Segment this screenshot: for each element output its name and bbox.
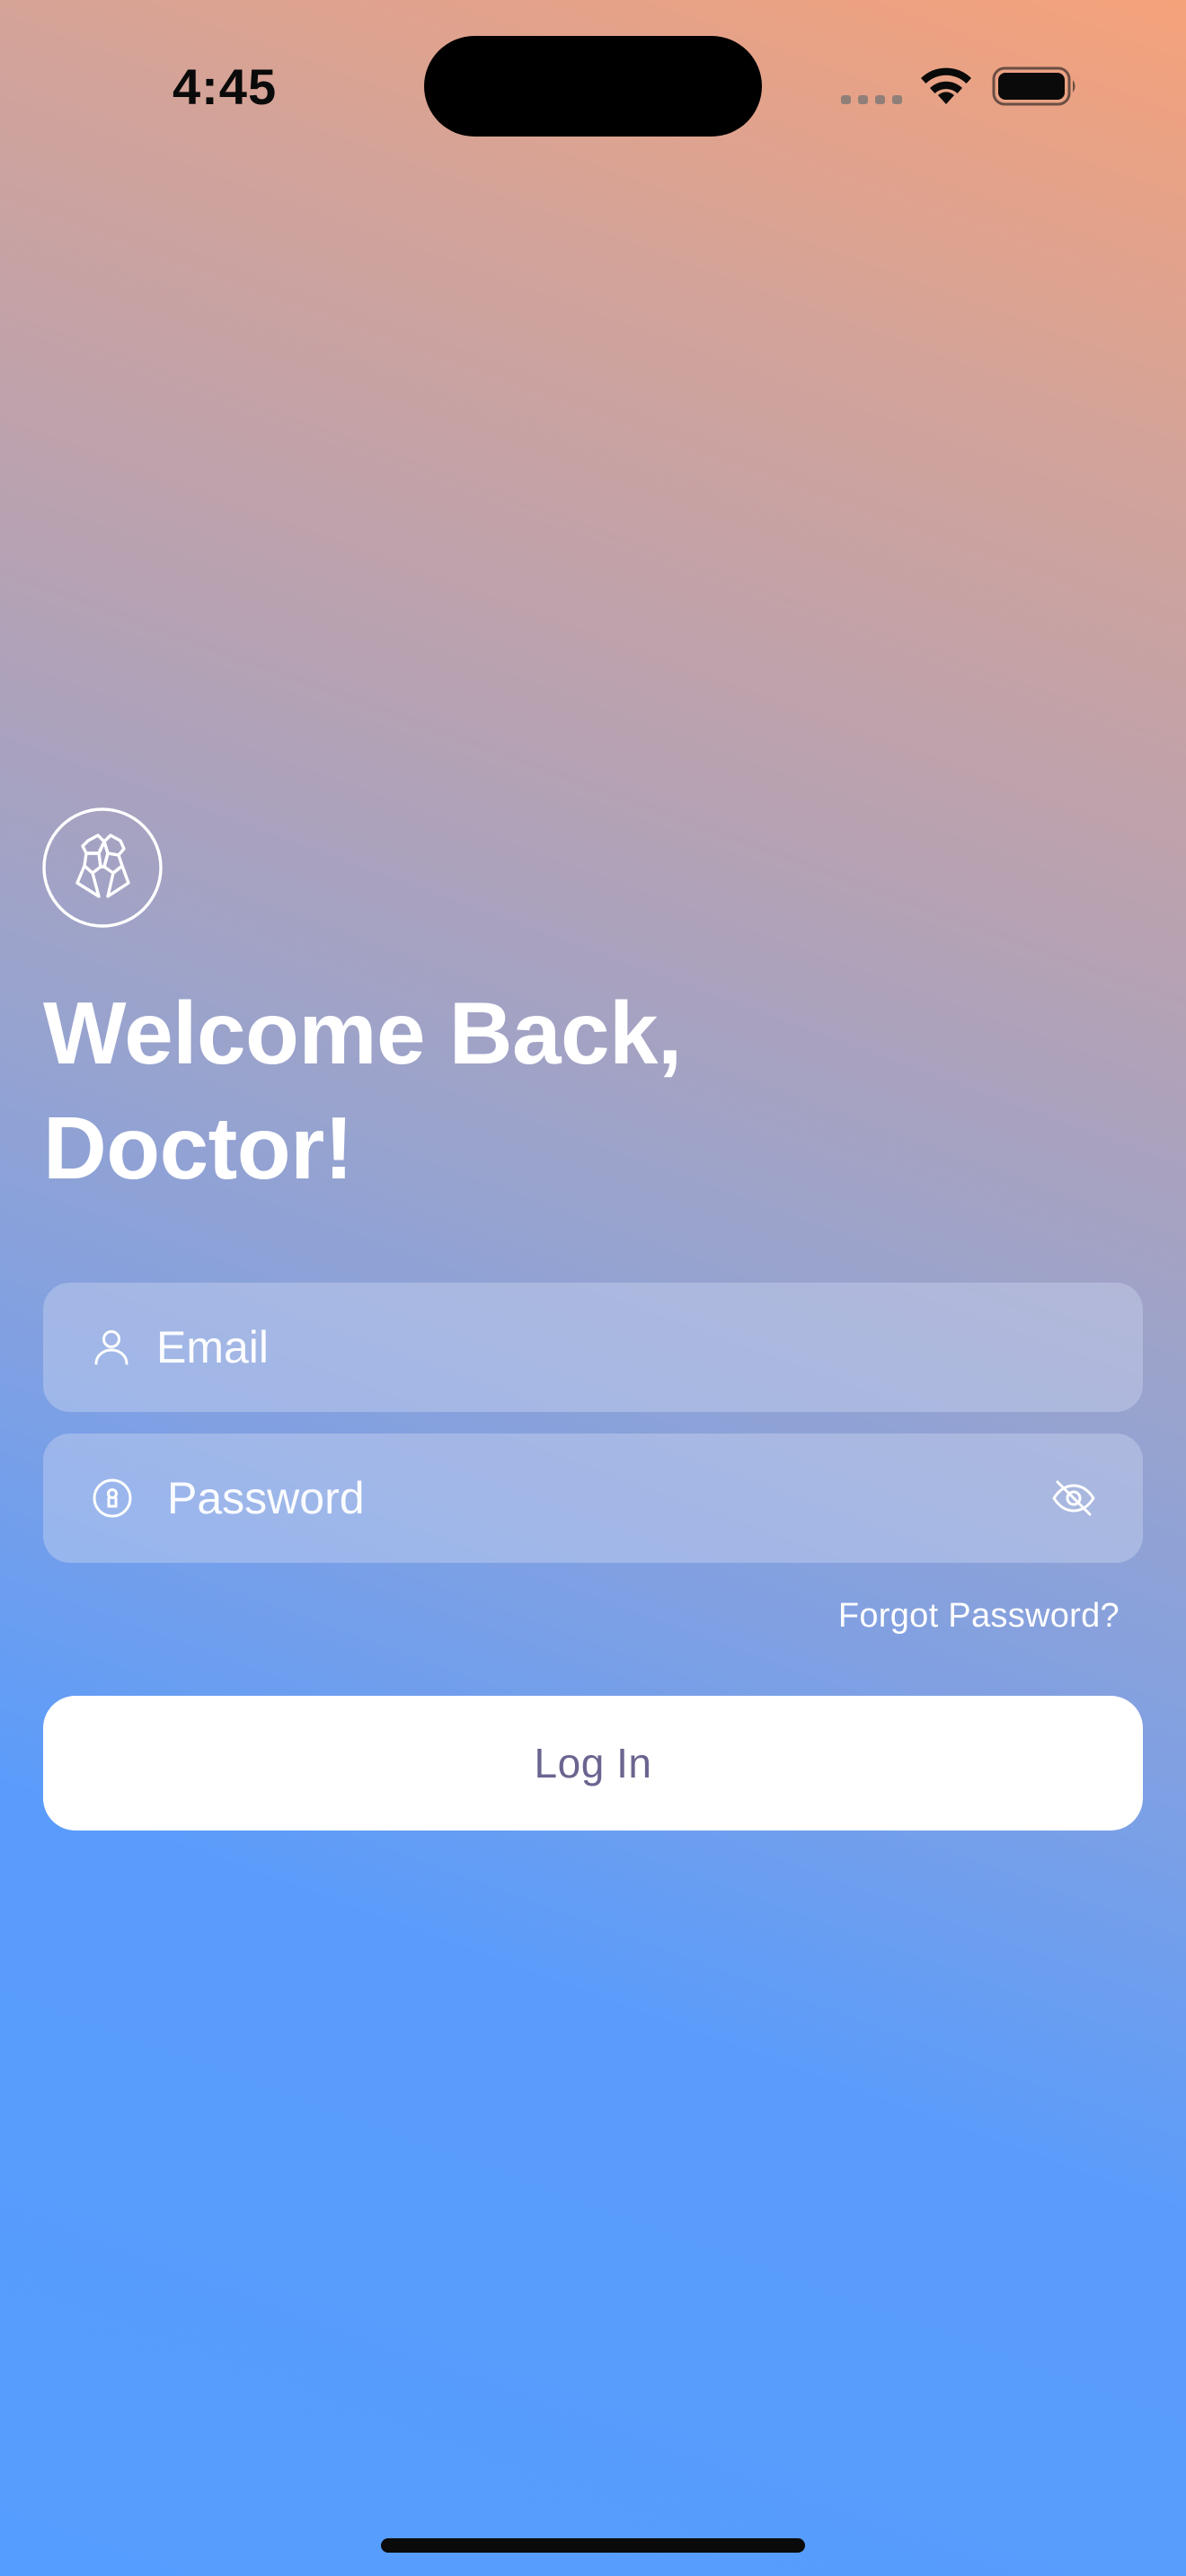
- page-title: Welcome Back, Doctor!: [43, 984, 682, 1197]
- home-indicator[interactable]: [381, 2538, 805, 2553]
- password-input[interactable]: [167, 1434, 1030, 1563]
- password-field[interactable]: [43, 1434, 1143, 1563]
- login-screen: 4:45 Welcome Back, Doctor! Email Forgot …: [0, 0, 1186, 2576]
- dynamic-island: [424, 36, 762, 137]
- log-in-button[interactable]: Log In: [43, 1696, 1143, 1831]
- email-field[interactable]: [43, 1283, 1143, 1412]
- forgot-password-link[interactable]: Forgot Password?: [838, 1597, 1120, 1636]
- battery-icon: [992, 66, 1075, 106]
- tooth-logo-icon: [42, 807, 163, 928]
- person-icon: [94, 1330, 128, 1365]
- wifi-icon: [921, 67, 971, 104]
- email-input[interactable]: [156, 1283, 1100, 1412]
- lock-icon: [93, 1478, 132, 1518]
- eye-off-icon[interactable]: [1051, 1479, 1096, 1517]
- status-time: 4:45: [173, 58, 278, 115]
- signal-icon: [841, 95, 902, 104]
